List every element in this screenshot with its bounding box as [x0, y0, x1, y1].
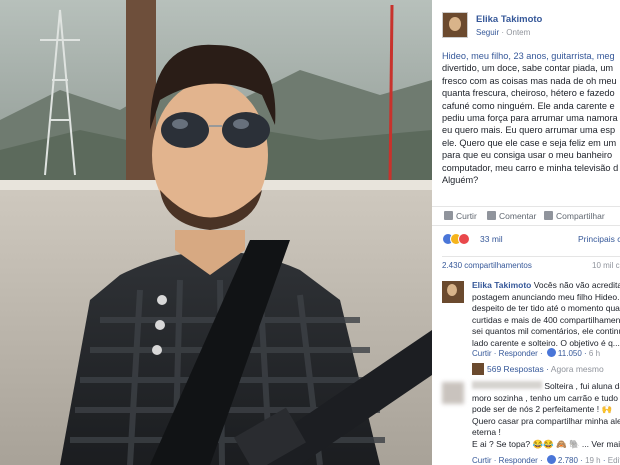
comment-line: eterna ! — [472, 427, 501, 438]
comment-line: despeito de ter tido até o momento quase — [472, 303, 620, 314]
share-button[interactable]: Compartilhar — [544, 211, 605, 221]
author-avatar[interactable] — [442, 12, 468, 38]
like-count-icon — [546, 455, 556, 464]
post-line: Alguém? — [442, 175, 479, 186]
hidden-commenter-name[interactable] — [472, 381, 542, 389]
share-count[interactable]: 2.430 compartilhamentos — [442, 261, 532, 270]
post-line: pediu uma força para arrumar uma namora — [442, 113, 618, 124]
comment-line: moro sozinha , tenho um carrão e tudo q — [472, 392, 620, 403]
like-label: Curtir — [456, 211, 477, 221]
comment-meta: Curtir · Responder · 11.050 · 6 h — [472, 348, 601, 358]
reply-time: Agora mesmo — [550, 364, 604, 374]
comment-likes[interactable]: 11.050 — [558, 349, 582, 358]
comment-reply-link[interactable]: Responder — [499, 456, 538, 465]
comment-line: pode ser de nós 2 perfeitamente ! 🙌 — [472, 404, 613, 415]
shares-row: 2.430 compartilhamentos 10 mil c — [442, 256, 620, 272]
love-reaction-icon — [458, 233, 470, 245]
comment-meta: Curtir · Responder · 2.780 · 19 h · Edit — [472, 455, 620, 465]
comment-button[interactable]: Comentar — [487, 211, 536, 221]
comment-like-link[interactable]: Curtir — [472, 456, 492, 465]
post-text: Hideo, meu filho, 23 anos, guitarrista, … — [442, 50, 620, 186]
antenna-right — [388, 4, 394, 186]
comment-line: postagem anunciando meu filho Hideo. A — [472, 291, 620, 302]
comment-line: lado carente e solteiro. O objetivo é q.… — [472, 337, 620, 348]
reply-count: 569 Respostas — [487, 364, 544, 374]
comment-line: Quero casar pra compartilhar minha alegr — [472, 415, 620, 426]
post-line: divertido, um doce, sabe contar piada, u… — [442, 63, 614, 74]
like-count-icon — [546, 348, 556, 357]
reaction-count[interactable]: 33 mil — [480, 234, 503, 244]
comment-edit[interactable]: Edit — [608, 456, 620, 465]
commenter-avatar[interactable] — [442, 281, 464, 303]
post-photo[interactable] — [0, 0, 432, 465]
comment-label: Comentar — [499, 211, 537, 221]
photo-illustration — [0, 0, 432, 465]
comment-line: Vocês não vão acreditar! F — [533, 280, 620, 290]
commenter-name[interactable]: Elika Takimoto — [472, 280, 531, 290]
reactions-bar[interactable]: 33 mil Principais com — [442, 233, 620, 247]
replies-link[interactable]: 569 Respostas · Agora mesmo — [472, 363, 604, 375]
follow-link[interactable]: Seguir — [476, 28, 499, 37]
share-icon — [544, 211, 553, 220]
post-line: quanta frescura, cheiroso, hétero e faze… — [442, 88, 615, 99]
post-line: Hideo, meu filho, 23 anos, guitarrista, … — [442, 50, 620, 62]
comment-time[interactable]: 6 h — [589, 349, 600, 358]
comment-body: Elika Takimoto Vocês não vão acreditar! … — [472, 280, 620, 350]
comment-sort[interactable]: Principais com — [578, 234, 620, 244]
comment-reply-link[interactable]: Responder — [499, 349, 538, 358]
comment-likes[interactable]: 2.780 — [558, 456, 578, 465]
post-time[interactable]: Ontem — [506, 28, 530, 37]
comment-line: sei quantos mil comentários, ele continu… — [472, 326, 620, 337]
post-line: ele. Quero que ele case e seja feliz em … — [442, 137, 617, 148]
post-line: fresco com as coisas mas nada de oh meu — [442, 75, 617, 86]
post-line: computador, meu carro e minha televisão … — [442, 162, 619, 173]
view-count: 10 mil c — [592, 261, 620, 270]
comment-like-link[interactable]: Curtir — [472, 349, 492, 358]
comment-body: Solteira , fui aluna da sua m moro sozin… — [472, 381, 620, 451]
meta-separator: · — [501, 28, 505, 37]
post-line: cafuné como ninguém. Ele anda carente e — [442, 100, 615, 111]
comment-time[interactable]: 19 h — [585, 456, 601, 465]
comment-line: curtidas e mais de 400 compartilhamento — [472, 314, 620, 325]
like-icon — [444, 211, 453, 220]
commenter-avatar[interactable] — [442, 382, 464, 404]
like-button[interactable]: Curtir — [444, 211, 477, 221]
mention-link[interactable]: Hideo, meu filho, 23 anos, guitarrista, … — [442, 51, 615, 61]
share-label: Compartilhar — [556, 211, 605, 221]
post-actions: Curtir Comentar Compartilhar — [432, 206, 620, 226]
comment-line: Solteira , fui aluna da sua m — [544, 381, 620, 391]
window-frame — [126, 0, 156, 185]
post-header: Elika Takimoto Seguir · Ontem — [442, 10, 620, 42]
post-line: para que eu consiga usar o meu banheiro — [442, 150, 613, 161]
reply-avatar — [472, 363, 484, 375]
author-name[interactable]: Elika Takimoto — [476, 14, 542, 25]
post-meta: Seguir · Ontem — [476, 28, 530, 37]
post-panel: Elika Takimoto Seguir · Ontem Hideo, meu… — [432, 0, 620, 465]
post-line: eu quero mais. Eu quero arrumar uma esp — [442, 125, 616, 136]
comment-icon — [487, 211, 496, 220]
comment-line: E ai ? Se topa? 😂😂 🙈 🐘 ... Ver mais — [472, 438, 620, 449]
